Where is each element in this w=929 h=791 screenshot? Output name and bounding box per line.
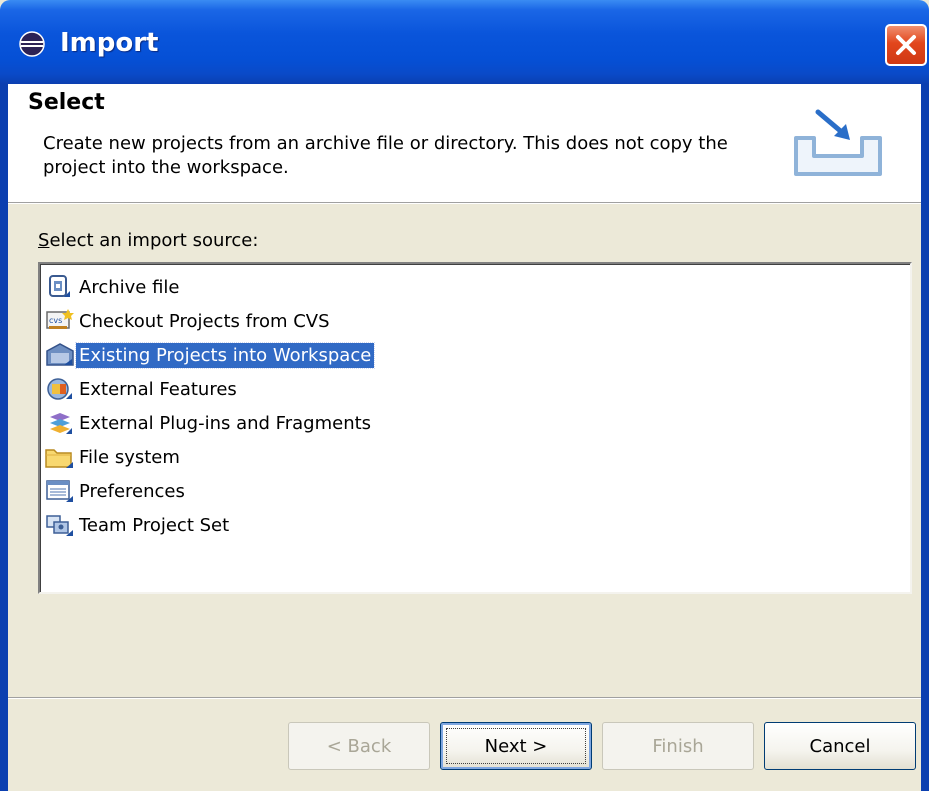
list-item-existing-projects[interactable]: Existing Projects into Workspace xyxy=(44,340,376,370)
close-button[interactable] xyxy=(885,24,927,66)
page-title: Select xyxy=(28,90,105,115)
import-source-list[interactable]: Archive file cvs Checkout Projects from … xyxy=(38,262,912,594)
back-button-label: < Back xyxy=(326,735,392,757)
import-wizard-icon xyxy=(794,109,882,176)
next-button[interactable]: Next > xyxy=(440,722,592,770)
page-description: Create new projects from an archive file… xyxy=(43,133,728,178)
back-button[interactable]: < Back xyxy=(288,722,430,770)
close-icon xyxy=(896,35,916,55)
import-source-label: Select an import source: xyxy=(38,230,258,251)
list-item-label: External Features xyxy=(79,378,237,400)
list-item-label: External Plug-ins and Fragments xyxy=(79,412,372,434)
list-item-preferences[interactable]: Preferences xyxy=(44,476,188,506)
title-bar[interactable]: Import xyxy=(0,0,929,84)
list-item-file-system[interactable]: File system xyxy=(44,442,183,472)
cancel-button-label: Cancel xyxy=(809,735,871,757)
folder-icon xyxy=(45,449,73,468)
svg-text:cvs: cvs xyxy=(49,316,62,325)
window-title: Import xyxy=(60,28,159,58)
header-separator xyxy=(8,203,921,204)
external-features-icon xyxy=(47,378,72,400)
cancel-button[interactable]: Cancel xyxy=(764,722,916,770)
list-item-external-plugins[interactable]: External Plug-ins and Fragments xyxy=(44,408,374,438)
list-item-external-features[interactable]: External Features xyxy=(44,374,240,404)
plugins-icon xyxy=(50,413,72,434)
existing-projects-icon xyxy=(46,343,74,366)
focus-ring xyxy=(446,728,586,764)
preferences-icon xyxy=(46,480,73,502)
button-bar-separator-highlight xyxy=(8,698,921,699)
list-item-label: Preferences xyxy=(79,480,185,502)
label-mnemonic: S xyxy=(38,230,50,251)
list-item-label: Checkout Projects from CVS xyxy=(79,310,330,332)
cvs-icon: cvs xyxy=(46,309,74,329)
label-text: elect an import source: xyxy=(49,230,259,251)
window-frame-right xyxy=(921,84,929,791)
archive-file-icon xyxy=(49,275,70,297)
finish-button[interactable]: Finish xyxy=(602,722,754,770)
list-item-label: File system xyxy=(79,446,180,468)
team-project-set-icon xyxy=(46,515,73,536)
list-item-archive-file[interactable]: Archive file xyxy=(44,272,183,302)
import-dialog: Import Select Create new projects from a… xyxy=(0,0,929,791)
eclipse-icon xyxy=(19,31,45,57)
list-item-label: Archive file xyxy=(79,276,180,298)
finish-button-label: Finish xyxy=(652,735,704,757)
list-item-team-project-set[interactable]: Team Project Set xyxy=(44,510,232,540)
list-item-label: Existing Projects into Workspace xyxy=(74,341,376,369)
list-item-cvs[interactable]: cvs Checkout Projects from CVS xyxy=(44,306,333,336)
list-item-label: Team Project Set xyxy=(79,514,230,536)
window-frame-left xyxy=(0,84,8,791)
wizard-header: Select Create new projects from an archi… xyxy=(8,84,921,203)
